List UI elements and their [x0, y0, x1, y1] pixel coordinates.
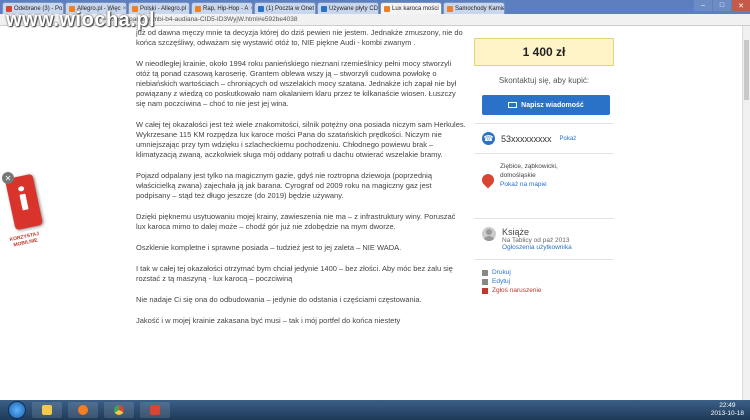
location-line-2: dolnośląskie: [500, 172, 536, 179]
seller-name[interactable]: Książe: [502, 227, 572, 237]
clock-date: 2013-10-18: [710, 410, 744, 417]
system-clock[interactable]: 22:49 2013-10-18: [711, 402, 744, 418]
description-paragraph: I tak w całej tej okazałości otrzymać by…: [136, 264, 453, 283]
send-message-label: Napisz wiadomość: [521, 101, 584, 109]
start-button[interactable]: [8, 401, 26, 419]
tab-close-icon[interactable]: ×: [248, 6, 252, 12]
seller-row: Książe Na Tablicy od paź 2013 Ogłoszenia…: [474, 227, 614, 251]
favicon-icon: [195, 5, 201, 12]
maximize-button[interactable]: □: [713, 0, 731, 11]
favicon-icon: [321, 5, 327, 12]
avatar: [482, 227, 496, 241]
close-icon[interactable]: ✕: [2, 172, 14, 184]
ad-caption: KORZYSTAJ MOBILNIE: [9, 231, 40, 249]
clock-time: 22:49: [719, 402, 736, 409]
show-phone-link[interactable]: Pokaż: [560, 136, 577, 142]
mobile-ad-sticker[interactable]: ✕ KORZYSTAJ MOBILNIE: [0, 170, 50, 265]
tab-label: Używane płyty CD: [329, 5, 379, 12]
tab-label: Rap, Hip-Hop - A: [203, 5, 249, 12]
os-taskbar: 22:49 2013-10-18: [0, 400, 750, 420]
report-icon: [482, 287, 488, 294]
edit-link[interactable]: Edytuj: [482, 277, 614, 286]
description-paragraph: W całej tej okazałości jest też wiele zn…: [136, 120, 466, 159]
print-icon: [482, 269, 488, 276]
location-row: Ziębice, ząbkowicki, dolnośląskie Pokaż …: [474, 162, 614, 210]
phone-row: ☎ 53xxxxxxxxx Pokaż: [474, 132, 614, 145]
tab-close-icon[interactable]: ×: [186, 6, 189, 12]
show-map-link[interactable]: Pokaż na mapie: [500, 181, 547, 188]
description-paragraph: Nie nadaje Ci się ona do odbudowania – j…: [136, 295, 422, 304]
divider: [474, 153, 614, 154]
seller-info: Książe Na Tablicy od paź 2013 Ogłoszenia…: [502, 227, 572, 251]
description-paragraph: Oszklenie kompletne i sprawne posiada – …: [136, 243, 402, 252]
taskbar-item-explorer[interactable]: [32, 402, 62, 418]
tab-label: (1) Poczta w Onet: [266, 5, 315, 12]
favicon-icon: [258, 5, 264, 12]
close-window-button[interactable]: ✕: [732, 0, 750, 11]
description-paragraph: Jakość i w mojej krainie zakasana być mu…: [136, 316, 401, 325]
window-controls: – □ ✕: [693, 0, 750, 11]
watermark-logo: www.wiocha.pl: [6, 9, 156, 31]
listing-description: już od dawna męczy mnie ta decyzja które…: [136, 28, 466, 337]
phone-icon: ☎: [482, 132, 495, 145]
description-paragraph: Dzięki pięknemu usytuowaniu mojej krainy…: [136, 212, 456, 231]
divider: [474, 123, 614, 124]
tab-close-icon[interactable]: ×: [439, 6, 442, 12]
map-pin-icon: [479, 171, 497, 189]
listing-sidebar: 1 400 zł Skontaktuj się, aby kupić: Napi…: [474, 28, 614, 295]
divider: [474, 259, 614, 260]
taskbar-item-media[interactable]: [68, 402, 98, 418]
print-label: Drukuj: [492, 269, 511, 276]
tab-close-icon[interactable]: ×: [314, 6, 315, 12]
seller-since: Na Tablicy od paź 2013: [502, 237, 570, 244]
price-value: 1 400 zł: [522, 45, 566, 59]
browser-tab[interactable]: Używane płyty CD×: [317, 2, 379, 14]
tab-close-icon[interactable]: ×: [378, 6, 379, 12]
price-box: 1 400 zł: [474, 38, 614, 66]
print-link[interactable]: Drukuj: [482, 268, 614, 277]
media-player-icon: [78, 405, 88, 415]
scrollbar-thumb[interactable]: [744, 40, 749, 100]
chrome-icon: [114, 405, 124, 415]
tab-label: Samochody Kamie: [455, 5, 505, 12]
edit-icon: [482, 278, 488, 285]
contact-title: Skontaktuj się, aby kupić:: [498, 76, 590, 85]
description-paragraph: Pojazd odpalany jest tylko na magicznym …: [136, 171, 432, 200]
report-link[interactable]: Zgłoś naruszenie: [482, 286, 614, 295]
envelope-icon: [508, 102, 518, 108]
browser-tab[interactable]: Lux karoca mości×: [380, 2, 442, 14]
browser-tab[interactable]: Samochody Kamie×: [443, 2, 505, 14]
minimize-button[interactable]: –: [694, 0, 712, 11]
page-scrollbar[interactable]: [742, 26, 750, 400]
edit-label: Edytuj: [492, 278, 511, 285]
description-paragraph: już od dawna męczy mnie ta decyzja które…: [136, 28, 463, 47]
favicon-icon: [384, 5, 390, 12]
folder-icon: [42, 405, 52, 415]
favicon-icon: [447, 5, 453, 12]
listing-actions: Drukuj Edytuj Zgłoś naruszenie: [474, 268, 614, 295]
location-info: Ziębice, ząbkowicki, dolnośląskie Pokaż …: [500, 162, 558, 189]
taskbar-item-app[interactable]: [140, 402, 170, 418]
browser-tab[interactable]: (1) Poczta w Onet×: [254, 2, 316, 14]
seller-listings-link[interactable]: Ogłoszenia użytkownika: [502, 244, 572, 251]
send-message-button[interactable]: Napisz wiadomość: [482, 95, 610, 115]
description-paragraph: W nieodległej krainie, około 1994 roku p…: [136, 59, 457, 108]
browser-tab[interactable]: Rap, Hip-Hop - A×: [191, 2, 253, 14]
divider: [474, 218, 614, 219]
taskbar-item-chrome[interactable]: [104, 402, 134, 418]
app-icon: [150, 405, 160, 415]
report-label: Zgłoś naruszenie: [492, 287, 542, 294]
location-line-1: Ziębice, ząbkowicki,: [500, 163, 558, 170]
tab-label: Lux karoca mości: [392, 5, 439, 12]
phone-number: 53xxxxxxxxx: [501, 133, 552, 144]
